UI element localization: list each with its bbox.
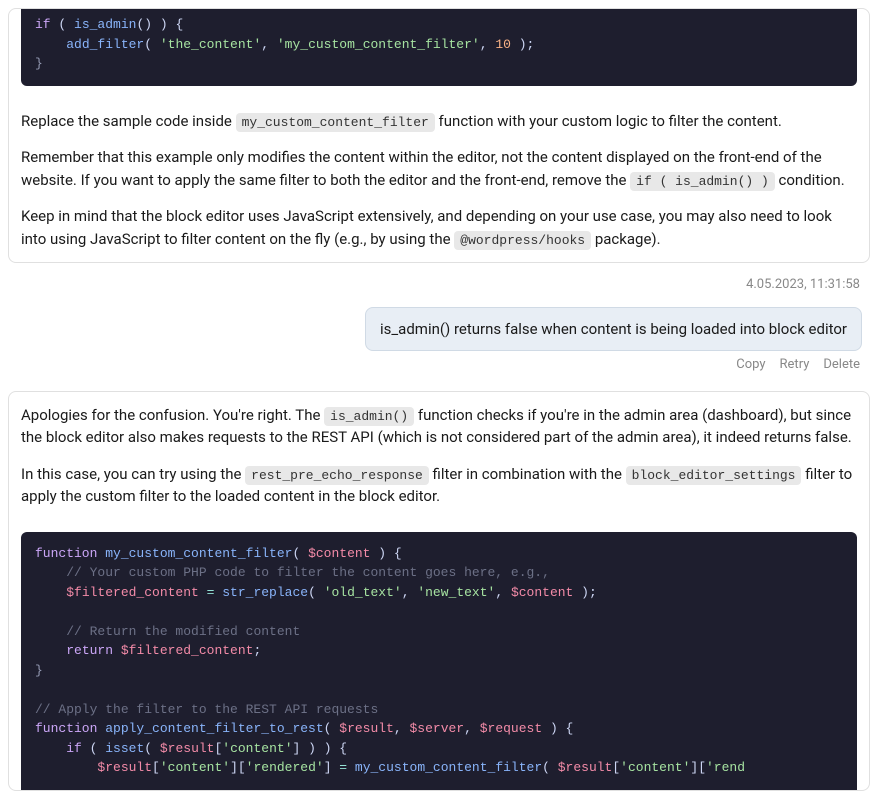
inline-code: block_editor_settings <box>626 466 802 485</box>
paragraph: Replace the sample code inside my_custom… <box>21 110 857 133</box>
user-message: is_admin() returns false when content is… <box>365 307 862 352</box>
delete-button[interactable]: Delete <box>823 355 860 375</box>
user-message-container: is_admin() returns false when content is… <box>0 299 878 354</box>
inline-code: my_custom_content_filter <box>236 113 435 132</box>
paragraph: Keep in mind that the block editor uses … <box>21 205 857 250</box>
assistant-message: if ( is_admin() ) { add_filter( 'the_con… <box>8 8 870 263</box>
copy-button[interactable]: Copy <box>736 355 765 375</box>
code-block[interactable]: if ( is_admin() ) { add_filter( 'the_con… <box>21 9 857 86</box>
inline-code: if ( is_admin() ) <box>630 172 775 191</box>
message-text: Replace the sample code inside my_custom… <box>9 98 869 263</box>
assistant-message: Apologies for the confusion. You're righ… <box>8 391 870 791</box>
timestamp: 4.05.2023, 11:31:58 <box>0 271 878 299</box>
paragraph: In this case, you can try using the rest… <box>21 463 857 508</box>
paragraph: Remember that this example only modifies… <box>21 146 857 191</box>
inline-code: @wordpress/hooks <box>454 231 591 250</box>
paragraph: Apologies for the confusion. You're righ… <box>21 404 857 449</box>
message-text: Apologies for the confusion. You're righ… <box>9 392 869 520</box>
retry-button[interactable]: Retry <box>780 355 810 375</box>
code-block[interactable]: function my_custom_content_filter( $cont… <box>21 532 857 790</box>
message-actions: Copy Retry Delete <box>0 353 878 383</box>
inline-code: is_admin() <box>324 407 414 426</box>
inline-code: rest_pre_echo_response <box>245 466 429 485</box>
